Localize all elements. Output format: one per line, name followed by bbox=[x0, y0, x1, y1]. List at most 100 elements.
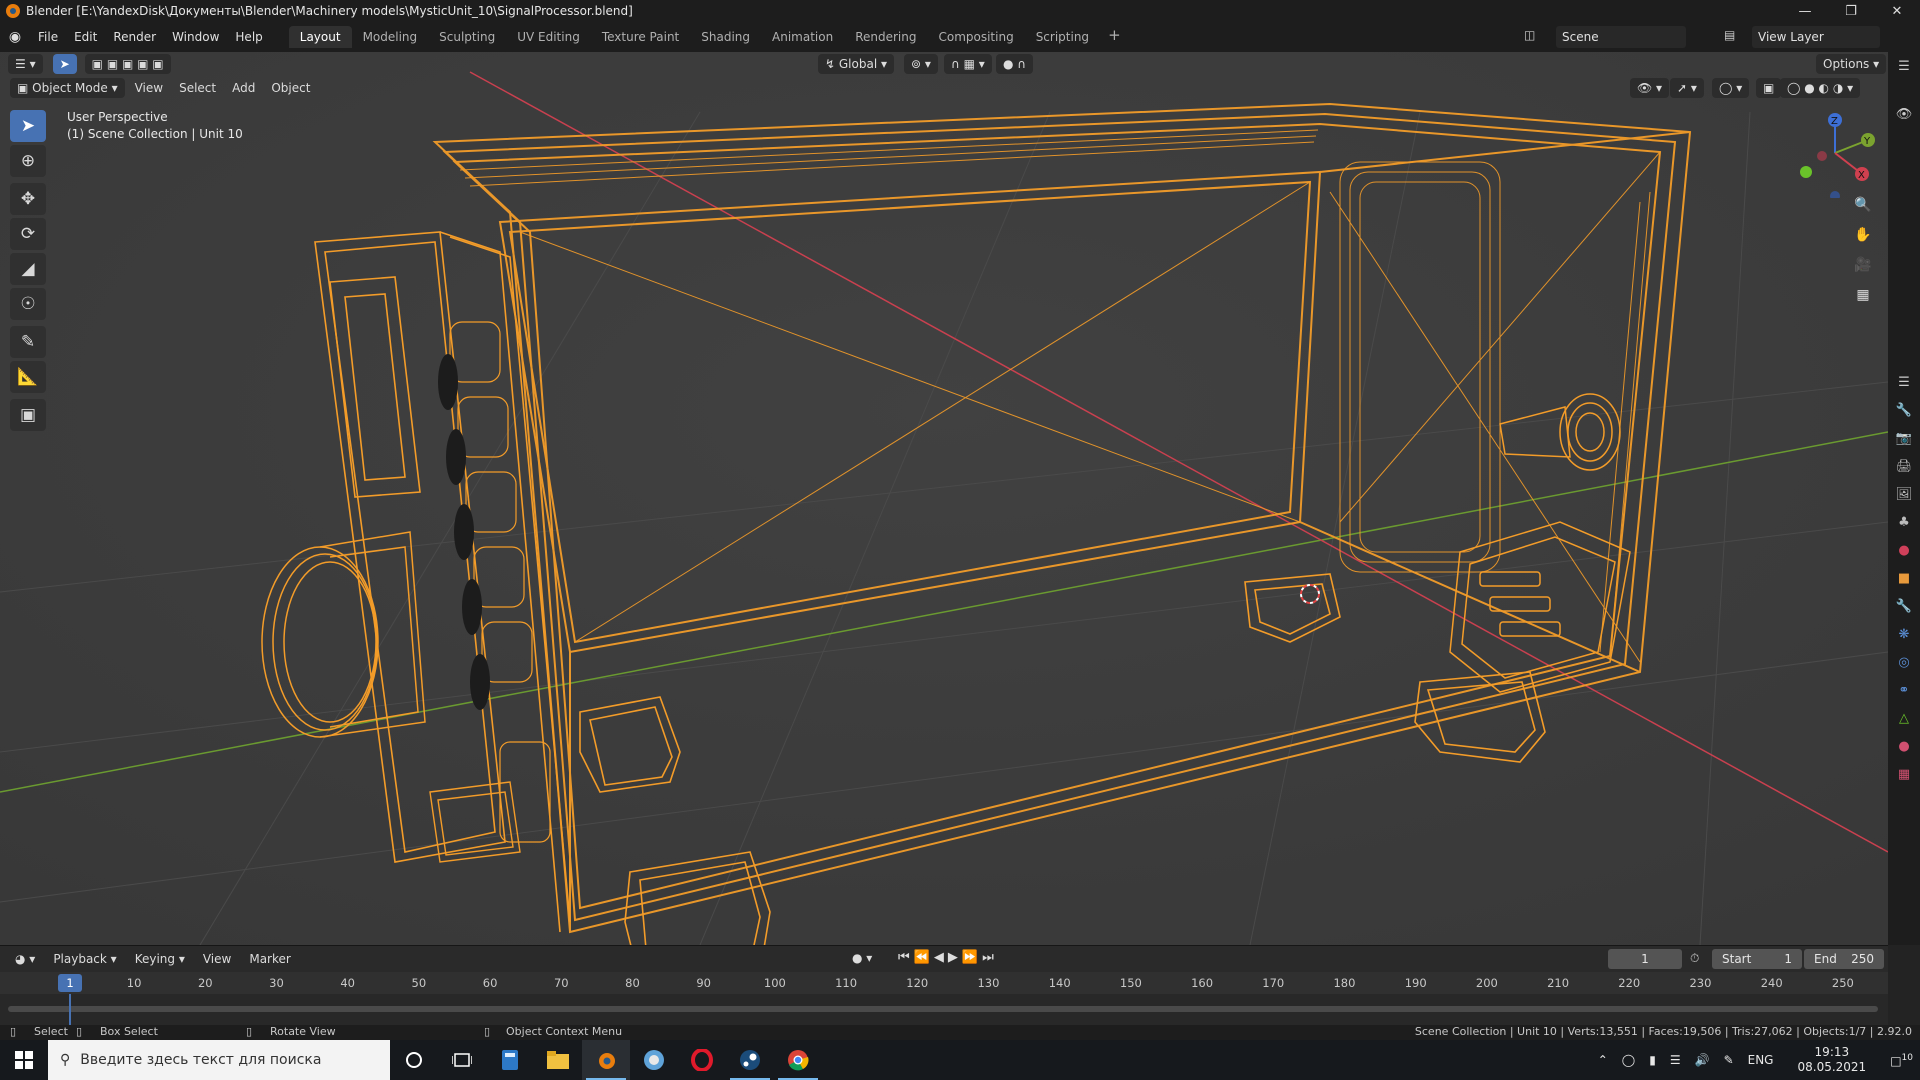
record-keyframe-icon[interactable]: ● ▾ bbox=[852, 951, 872, 965]
menu-edit[interactable]: Edit bbox=[66, 30, 105, 44]
timeline-menu-playback[interactable]: Playback ▾ bbox=[44, 952, 125, 966]
playback-controls[interactable]: ⏮⏪◀▶⏩⏭ bbox=[898, 950, 998, 965]
object-mode-dropdown[interactable]: ▣ Object Mode ▾ bbox=[10, 78, 125, 98]
tab-animation[interactable]: Animation bbox=[761, 26, 844, 48]
particles-properties-icon[interactable]: ❋ bbox=[1888, 620, 1920, 648]
clock[interactable]: 19:13 08.05.2021 bbox=[1780, 1045, 1883, 1075]
pan-hand-icon[interactable]: ✋ bbox=[1850, 222, 1876, 248]
tool-properties-icon[interactable]: 🔧 bbox=[1888, 396, 1920, 424]
snap-icon[interactable]: ∩ ▦ ▾ bbox=[944, 54, 992, 74]
opera-icon[interactable] bbox=[678, 1040, 726, 1080]
current-frame-indicator[interactable]: 1 bbox=[58, 974, 82, 992]
editor-type-icon[interactable]: ☰ ▾ bbox=[8, 54, 43, 74]
tab-compositing[interactable]: Compositing bbox=[927, 26, 1024, 48]
move-icon[interactable]: ✥ bbox=[10, 183, 46, 215]
add-workspace-icon[interactable]: + bbox=[1100, 26, 1129, 48]
modifier-properties-icon[interactable]: 🔧 bbox=[1888, 592, 1920, 620]
current-frame-field[interactable]: 1 bbox=[1608, 949, 1682, 969]
proportional-edit-icon[interactable]: ● ∩ bbox=[996, 54, 1034, 74]
timeline-editor[interactable]: ◕ ▾ Playback ▾ Keying ▾ View Marker ● ▾ … bbox=[0, 945, 1888, 1026]
preview-range-icon[interactable]: ⏱ bbox=[1690, 951, 1699, 966]
menu-window[interactable]: Window bbox=[164, 30, 227, 44]
tab-rendering[interactable]: Rendering bbox=[844, 26, 927, 48]
object-properties-icon[interactable]: ■ bbox=[1888, 564, 1920, 592]
add-cube-icon[interactable]: ▣ bbox=[10, 399, 46, 431]
network-icon[interactable]: ☰ bbox=[1663, 1053, 1688, 1067]
select-mode-icon[interactable]: ➤ bbox=[52, 54, 77, 74]
menu-render[interactable]: Render bbox=[105, 30, 164, 44]
tab-texture-paint[interactable]: Texture Paint bbox=[591, 26, 690, 48]
world-properties-icon[interactable]: ● bbox=[1888, 536, 1920, 564]
properties-editor-icon[interactable]: ☰ bbox=[1888, 368, 1920, 396]
blender-icon[interactable] bbox=[582, 1040, 630, 1080]
menu-help[interactable]: Help bbox=[227, 30, 270, 44]
transform-icon[interactable]: ☉ bbox=[10, 288, 46, 320]
end-frame-field[interactable]: End 250 bbox=[1804, 949, 1884, 969]
render-properties-icon[interactable]: 📷 bbox=[1888, 424, 1920, 452]
calculator-icon[interactable] bbox=[486, 1040, 534, 1080]
minimize-icon[interactable]: — bbox=[1782, 0, 1828, 22]
tab-layout[interactable]: Layout bbox=[288, 26, 352, 48]
viewport-menu-select[interactable]: Select bbox=[171, 81, 224, 95]
tab-scripting[interactable]: Scripting bbox=[1025, 26, 1100, 48]
tab-modeling[interactable]: Modeling bbox=[352, 26, 429, 48]
tab-sculpting[interactable]: Sculpting bbox=[428, 26, 506, 48]
timeline-menu-view[interactable]: View bbox=[194, 952, 240, 966]
timeline-track-area[interactable] bbox=[0, 994, 1888, 1026]
timeline-editor-type-icon[interactable]: ◕ ▾ bbox=[6, 952, 44, 966]
volume-icon[interactable]: 🔊 bbox=[1688, 1053, 1717, 1067]
viewport-menu-add[interactable]: Add bbox=[224, 81, 263, 95]
view-layer-selector[interactable]: View Layer bbox=[1752, 26, 1880, 48]
viewport-menu-object[interactable]: Object bbox=[263, 81, 318, 95]
taskbar-search-input[interactable]: ⚲ Введите здесь текст для поиска bbox=[48, 1040, 390, 1080]
windows-start-icon[interactable] bbox=[0, 1040, 48, 1080]
xray-toggle-icon[interactable]: ▣ bbox=[1756, 78, 1782, 98]
timeline-menu-keying[interactable]: Keying ▾ bbox=[126, 952, 194, 966]
transform-orientation-dropdown[interactable]: ↯ Global ▾ bbox=[818, 54, 894, 74]
language-indicator[interactable]: ENG bbox=[1741, 1053, 1781, 1067]
scale-icon[interactable]: ◢ bbox=[10, 253, 46, 285]
close-icon[interactable]: ✕ bbox=[1874, 0, 1920, 22]
visibility-icon[interactable]: 👁 ▾ bbox=[1630, 78, 1670, 98]
tray-expand-icon[interactable]: ⌃ bbox=[1591, 1053, 1615, 1067]
scene-properties-icon[interactable]: ♣ bbox=[1888, 508, 1920, 536]
tab-uv-editing[interactable]: UV Editing bbox=[506, 26, 591, 48]
playhead-line[interactable] bbox=[69, 994, 71, 1026]
menu-file[interactable]: File bbox=[30, 30, 66, 44]
shading-mode-icons[interactable]: ◯ ● ◐ ◑ ▾ bbox=[1780, 78, 1861, 98]
rotate-icon[interactable]: ⟳ bbox=[10, 218, 46, 250]
view-layer-icon[interactable]: ▤ bbox=[1724, 28, 1735, 42]
browser-icon[interactable] bbox=[630, 1040, 678, 1080]
physics-properties-icon[interactable]: ◎ bbox=[1888, 648, 1920, 676]
task-view-icon[interactable] bbox=[438, 1040, 486, 1080]
output-properties-icon[interactable]: 🖨 bbox=[1888, 452, 1920, 480]
blender-menu-icon[interactable]: ◉ bbox=[0, 29, 30, 45]
data-properties-icon[interactable]: △ bbox=[1888, 704, 1920, 732]
select-box-icon[interactable]: ➤ bbox=[10, 110, 46, 142]
3d-viewport[interactable]: ☰ ▾ ➤ ▣ ▣ ▣ ▣ ▣ ↯ Global ▾ ⊚ ▾ ∩ ▦ ▾ ● ∩… bbox=[0, 52, 1888, 945]
tray-app-icon[interactable]: ◯ bbox=[1615, 1053, 1642, 1067]
file-explorer-icon[interactable] bbox=[534, 1040, 582, 1080]
navigation-gizmo[interactable]: Z Y X bbox=[1790, 108, 1880, 198]
pen-icon[interactable]: ✎ bbox=[1717, 1053, 1741, 1067]
viewport-menu-view[interactable]: View bbox=[127, 81, 171, 95]
material-properties-icon[interactable]: ● bbox=[1888, 732, 1920, 760]
camera-view-icon[interactable]: 🎥 bbox=[1850, 252, 1876, 278]
chrome-icon[interactable] bbox=[774, 1040, 822, 1080]
cortana-icon[interactable] bbox=[390, 1040, 438, 1080]
scene-icon[interactable]: ◫ bbox=[1524, 28, 1535, 42]
outliner-toggle-icon[interactable]: ☰ bbox=[1888, 52, 1920, 80]
tab-shading[interactable]: Shading bbox=[690, 26, 761, 48]
selection-mode-buttons[interactable]: ▣ ▣ ▣ ▣ ▣ bbox=[84, 54, 171, 74]
start-frame-field[interactable]: Start 1 bbox=[1712, 949, 1802, 969]
battery-icon[interactable]: ▮ bbox=[1642, 1053, 1663, 1067]
pivot-point-icon[interactable]: ⊚ ▾ bbox=[904, 54, 938, 74]
notification-center-icon[interactable]: □10 bbox=[1883, 1053, 1920, 1068]
zoom-icon[interactable]: 🔍 bbox=[1850, 192, 1876, 218]
hide-eye-icon[interactable]: 👁 bbox=[1888, 100, 1920, 128]
cursor-icon[interactable]: ⊕ bbox=[10, 145, 46, 177]
timeline-menu-marker[interactable]: Marker bbox=[240, 952, 299, 966]
options-dropdown[interactable]: Options ▾ bbox=[1816, 54, 1887, 74]
scene-selector[interactable]: Scene bbox=[1556, 26, 1686, 48]
texture-properties-icon[interactable]: ▦ bbox=[1888, 760, 1920, 788]
